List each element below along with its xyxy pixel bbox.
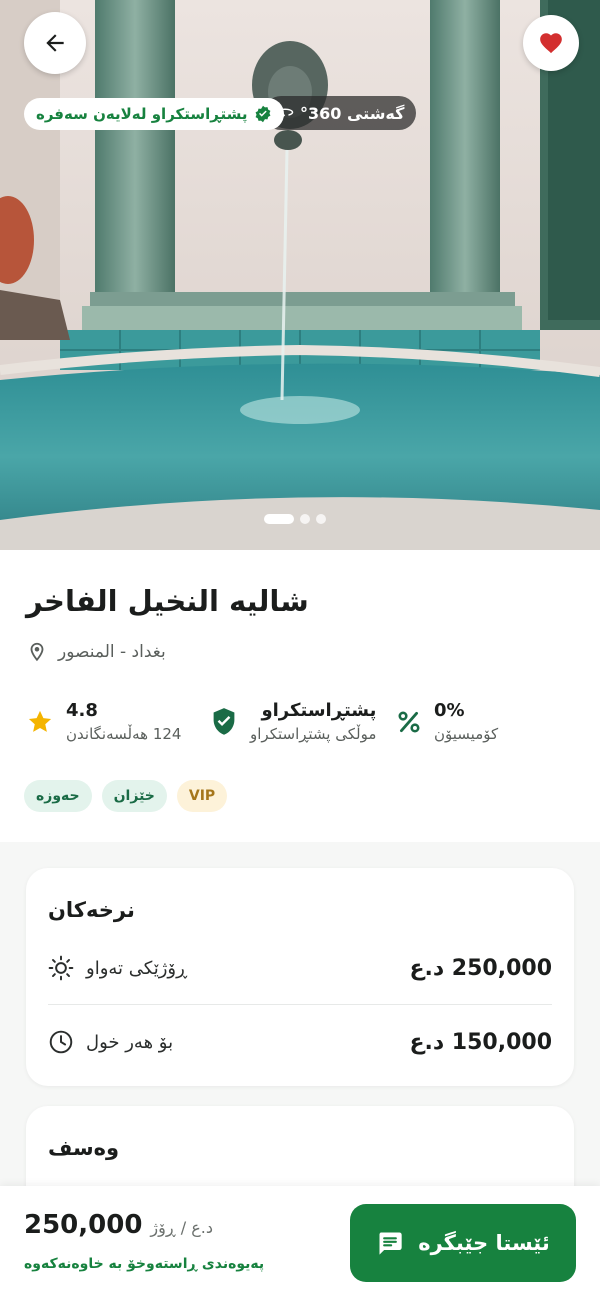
commission-value: 0% [434, 700, 465, 721]
shield-check-icon [213, 707, 235, 735]
hero-gallery[interactable]: گەشتی 360° پشتڕاستکراو لەلایەن سەفرە [0, 0, 600, 550]
price-row-full-day: ڕۆژێکی تەواو 250,000 د.ع [48, 944, 552, 992]
favorite-button[interactable] [523, 15, 579, 71]
price-label-per-session: بۆ هەر خول [48, 1029, 173, 1055]
full-day-label: ڕۆژێکی تەواو [86, 957, 188, 979]
commission-label: کۆمیسیۆن [434, 725, 499, 743]
virtual-tour-badge[interactable]: گەشتی 360° [264, 96, 417, 130]
rating-value: 4.8 [66, 700, 98, 721]
prices-card: نرخەکان ڕۆژێکی تەواو 250,000 د.ع بۆ هەر … [26, 868, 574, 1086]
location-text: بغداد - المنصور [58, 642, 166, 662]
per-session-price: 150,000 د.ع [409, 1029, 552, 1055]
price-row-per-session: بۆ هەر خول 150,000 د.ع [48, 1018, 552, 1066]
clock-icon [49, 1030, 73, 1054]
arrow-left-icon [46, 34, 64, 52]
per-session-label: بۆ هەر خول [86, 1031, 174, 1053]
tag-pool: حەوزە [24, 780, 92, 812]
gallery-dot[interactable] [300, 514, 310, 524]
star-icon [28, 710, 52, 732]
rating-stat[interactable]: 4.8 124 هەڵسەنگاندن [26, 700, 181, 743]
message-icon [379, 1232, 402, 1255]
bottom-price: 250,000 د.ع / ڕۆژ [24, 1210, 213, 1240]
price-label-full-day: ڕۆژێکی تەواو [48, 955, 187, 981]
gallery-dot[interactable] [316, 514, 326, 524]
verified-check-icon [255, 105, 270, 123]
description-title: وەسف [48, 1136, 120, 1160]
back-button[interactable] [24, 12, 86, 74]
listing-stats: 4.8 124 هەڵسەنگاندن پشتڕاستکراو موڵکی پش… [26, 700, 526, 756]
reviews-count: 124 هەڵسەنگاندن [66, 725, 182, 743]
booking-bar: 250,000 د.ع / ڕۆژ پەیوەندی ڕاستەوخۆ بە خ… [0, 1186, 600, 1301]
listing-info: شاليه النخيل الفاخر بغداد - المنصور 4.8 … [0, 550, 600, 842]
listing-title: شاليه النخيل الفاخر [26, 584, 309, 618]
gallery-pagination[interactable] [264, 514, 326, 524]
book-now-button[interactable]: ئێستا جێبگرە [350, 1204, 576, 1282]
commission-stat: 0% کۆمیسیۆن [396, 700, 498, 743]
full-day-price: 250,000 د.ع [409, 955, 552, 981]
tag-family: خێزان [101, 780, 167, 812]
verified-subtitle: موڵکی پشتڕاستکراو [250, 725, 377, 743]
tag-vip: VIP [176, 780, 228, 812]
listing-location: بغداد - المنصور [26, 640, 166, 664]
gallery-dot-active[interactable] [264, 514, 294, 524]
property-photo [0, 0, 600, 550]
book-now-label: ئێستا جێبگرە [418, 1231, 550, 1255]
listing-tags: حەوزە خێزان VIP [24, 780, 228, 812]
bottom-price-amount: 250,000 [24, 1210, 143, 1240]
heart-icon [540, 33, 562, 54]
map-pin-icon [30, 642, 44, 662]
verified-stat: پشتڕاستکراو موڵکی پشتڕاستکراو [210, 700, 376, 743]
prices-divider [48, 1004, 552, 1005]
direct-contact-note: پەیوەندی ڕاستەوخۆ بە خاوەنەکەوە [24, 1256, 265, 1272]
verified-by-safra-badge: پشتڕاستکراو لەلایەن سەفرە [24, 98, 284, 130]
verified-by-safra-label: پشتڕاستکراو لەلایەن سەفرە [36, 105, 248, 123]
bottom-price-unit: د.ع / ڕۆژ [150, 1218, 213, 1237]
prices-title: نرخەکان [48, 898, 135, 922]
percent-icon [398, 710, 420, 733]
virtual-tour-label: گەشتی 360° [300, 103, 405, 123]
verified-title: پشتڕاستکراو [261, 700, 377, 721]
sun-icon [48, 955, 74, 981]
